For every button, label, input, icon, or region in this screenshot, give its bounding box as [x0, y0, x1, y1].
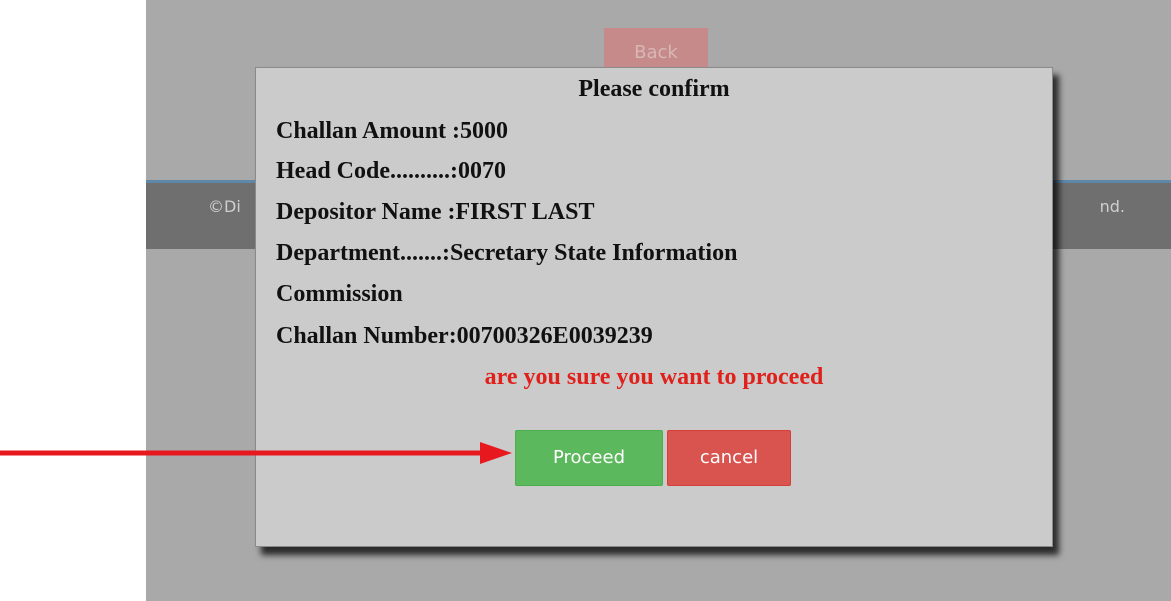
department-line: Department.......:Secretary State Inform…	[276, 240, 738, 266]
right-arrow-icon	[0, 442, 512, 464]
challan-amount-line: Challan Amount :5000	[276, 118, 509, 144]
head-code-line: Head Code..........:0070	[276, 158, 506, 184]
depositor-name-line: Depositor Name :FIRST LAST	[276, 199, 595, 225]
back-button[interactable]: Back	[604, 28, 708, 72]
challan-number-line: Challan Number:00700326E0039239	[276, 323, 653, 349]
confirm-dialog: Please confirm Challan Amount :5000 Head…	[255, 67, 1053, 547]
department-line-continued: Commission	[276, 281, 403, 307]
cancel-button[interactable]: cancel	[667, 430, 791, 486]
dialog-title: Please confirm	[578, 76, 730, 102]
footer-copyright-text: ©Di	[208, 197, 241, 216]
confirm-warning-text: are you sure you want to proceed	[484, 364, 824, 390]
proceed-button[interactable]: Proceed	[515, 430, 663, 486]
footer-right-text: nd.	[1099, 197, 1125, 216]
